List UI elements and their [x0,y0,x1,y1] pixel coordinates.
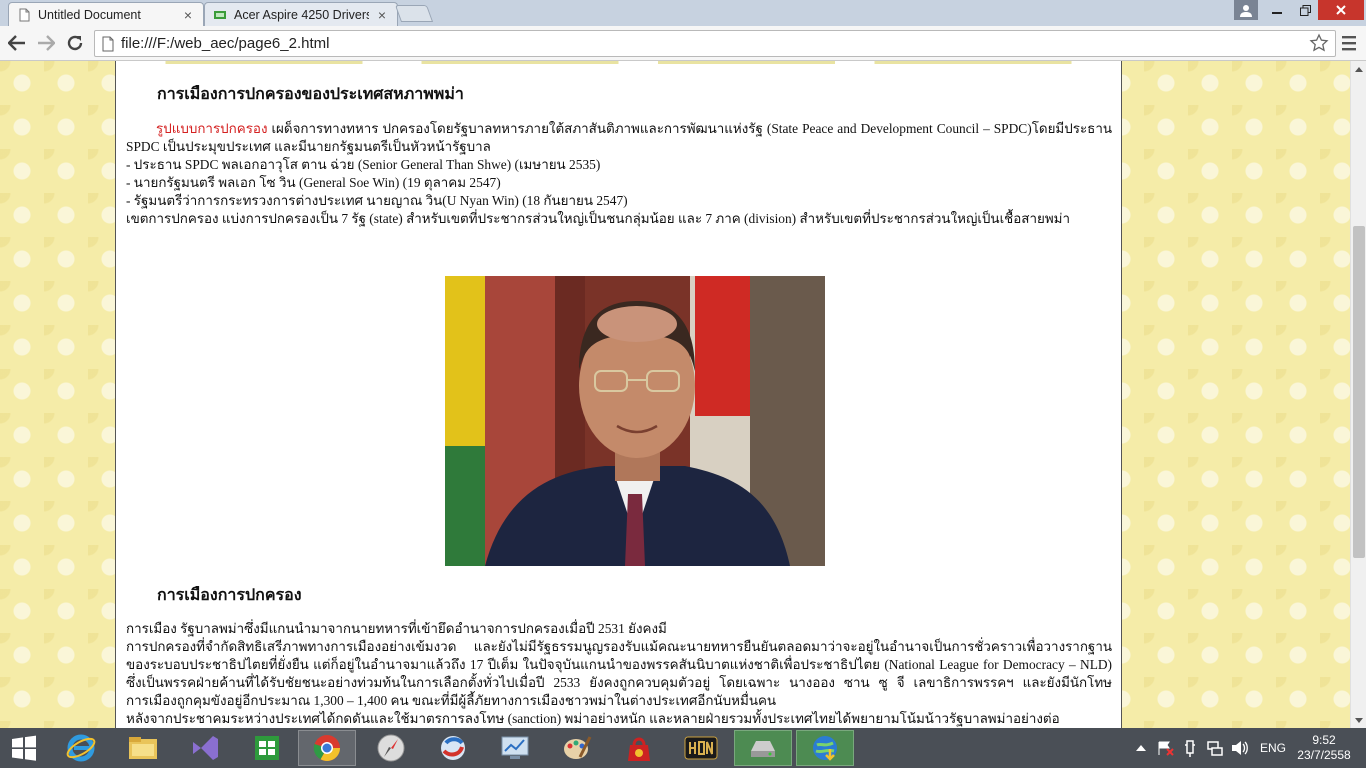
scroll-up-arrow-icon[interactable] [1351,61,1366,77]
file-explorer-icon[interactable] [114,730,172,766]
red-bag-app-icon[interactable] [610,730,668,766]
politics-intro-line: การเมือง รัฐบาลพม่าซึ่งมีแกนนำมาจากนายทห… [126,621,667,636]
government-paragraph: รูปแบบการปกครอง เผด็จการทางทหาร ปกครองโด… [126,120,1112,156]
decorative-stripe [126,61,1111,64]
heading-myanmar-politics: การเมืองการปกครองของประเทศสหภาพพม่า [157,86,464,103]
hon-game-icon[interactable] [672,730,730,766]
action-center-flag-icon[interactable] [1157,728,1175,768]
show-hidden-icons[interactable] [1136,728,1146,768]
government-text: เผด็จการทางทหาร ปกครองโดยรัฐบาลทหารภายใต… [126,121,1112,154]
close-window-button[interactable] [1318,0,1364,20]
browser-toolbar: file:///F:/web_aec/page6_2.html [0,26,1366,61]
bullet-foreign-minister: - รัฐมนตรีว่าการกระทรวงการต่างประเทศ นาย… [126,193,628,208]
bullet-chairman: - ประธาน SPDC พลเอกอาวุโส ตาน ฉ่วย (Seni… [126,157,601,172]
compass-app-icon[interactable] [362,730,420,766]
restore-button[interactable] [1292,0,1318,20]
windows-start-icon[interactable] [6,734,42,762]
acer-site-icon [214,10,226,19]
page-icon [102,36,114,52]
clock-time: 9:52 [1312,733,1336,747]
scroll-thumb[interactable] [1353,226,1365,558]
network-icon[interactable] [1206,728,1224,768]
system-monitor-icon[interactable] [486,730,544,766]
power-plug-icon[interactable] [1182,728,1198,768]
address-bar[interactable]: file:///F:/web_aec/page6_2.html [94,30,1336,57]
swirl-app-icon[interactable] [424,730,482,766]
politics-paragraph: การปกครองที่จำกัดสิทธิเสรีภาพทางการเมือง… [126,639,1112,708]
bookmark-star-icon[interactable] [1309,33,1329,53]
page-viewport: การเมืองการปกครองของประเทศสหภาพพม่า รูปแ… [0,61,1350,728]
back-button[interactable] [4,31,30,55]
close-tab-icon[interactable]: × [181,7,195,23]
menu-icon[interactable] [1341,34,1357,52]
government-form-label: รูปแบบการปกครอง [156,121,268,136]
internet-explorer-icon[interactable] [52,730,110,766]
system-clock[interactable]: 9:52 23/7/2558 [1294,733,1354,763]
chrome-icon[interactable] [298,730,356,766]
download-manager-icon[interactable] [796,730,854,766]
new-tab-button[interactable] [394,5,434,22]
language-indicator[interactable]: ENG [1260,728,1286,768]
reload-button[interactable] [62,31,88,55]
bullet-prime-minister: - นายกรัฐมนตรี พลเอก โซ วิน (General Soe… [126,175,501,190]
visual-studio-icon[interactable] [176,730,234,766]
close-tab-icon[interactable]: × [375,7,389,23]
paint-app-icon[interactable] [548,730,606,766]
administrative-division-paragraph: เขตการปกครอง แบ่งการปกครองเป็น 7 รัฐ (st… [126,211,1071,226]
user-profile-icon[interactable] [1234,0,1258,20]
minimize-button[interactable] [1262,0,1292,20]
url-text: file:///F:/web_aec/page6_2.html [121,35,330,52]
page-content: การเมืองการปกครองของประเทศสหภาพพม่า รูปแ… [115,61,1122,728]
document-icon [19,8,30,21]
heading-politics: การเมืองการปกครอง [157,587,302,604]
volume-icon[interactable] [1230,728,1248,768]
tab-untitled-document[interactable]: Untitled Document × [8,2,204,26]
spreadsheet-app-icon[interactable] [238,730,296,766]
browser-titlebar: Untitled Document × Acer Aspire 4250 Dri… [0,0,1366,26]
drive-app-icon[interactable] [734,730,792,766]
page-scrollbar[interactable] [1350,61,1366,728]
leader-photo [445,276,825,566]
scroll-down-arrow-icon[interactable] [1351,712,1366,728]
forward-button[interactable] [33,31,59,55]
politics-last-line: หลังจากประชาคมระหว่างประเทศได้กดดันและใช… [126,711,1060,726]
tab-title: Acer Aspire 4250 Drivers D [234,7,369,22]
clock-date: 23/7/2558 [1297,748,1351,762]
tab-acer-drivers[interactable]: Acer Aspire 4250 Drivers D × [204,2,398,26]
tab-title: Untitled Document [38,7,141,22]
windows-taskbar: ENG 9:52 23/7/2558 [0,728,1366,768]
